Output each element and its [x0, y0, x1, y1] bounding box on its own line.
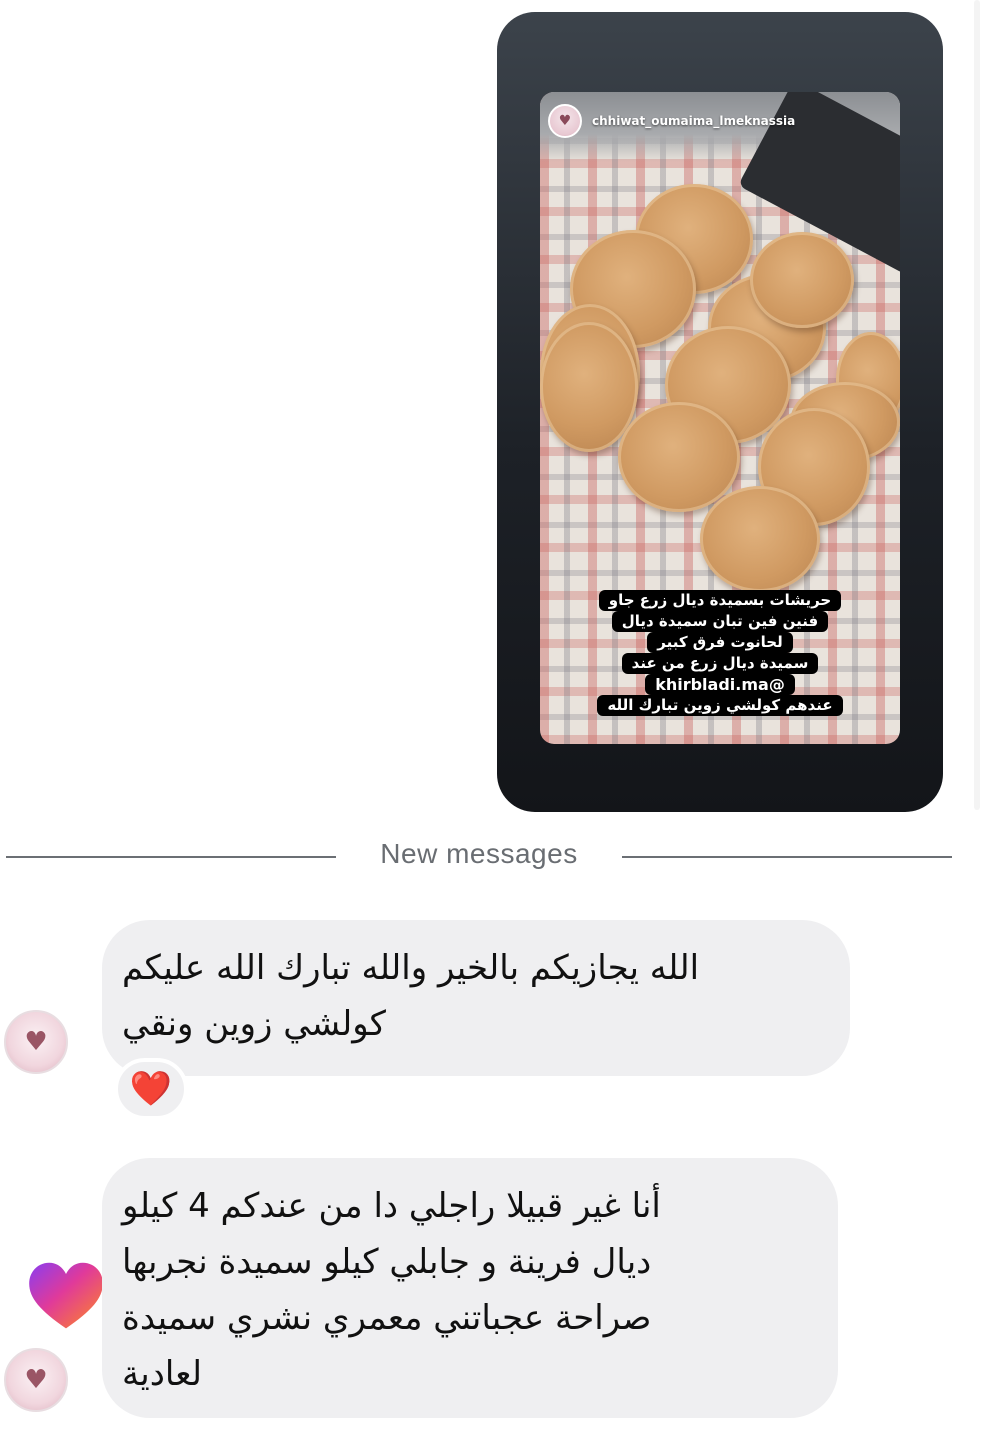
- story-avatar: ♥: [548, 104, 582, 138]
- message-text: ديال فرينة و جابلي كيلو سميدة نجربها: [122, 1242, 652, 1282]
- cookie: [700, 486, 820, 592]
- caption-line: عندهم كولشي زوين تبارك الله: [597, 695, 843, 716]
- message-text: لعادية: [122, 1354, 202, 1394]
- story-username: chhiwat_oumaima_lmeknassia: [592, 114, 796, 128]
- caption-line: لحانوت فرق كبير: [647, 632, 793, 653]
- heart-reaction-icon[interactable]: ❤️: [114, 1058, 188, 1120]
- message-text: صراحة عجباتني معمري نشري سميدة: [122, 1298, 652, 1338]
- caption-line: فنين فين تبان سميدة ديال: [611, 611, 829, 632]
- scrollbar[interactable]: [974, 0, 980, 810]
- story-header: ♥ chhiwat_oumaima_lmeknassia: [548, 104, 795, 138]
- message-text: كولشي زوين ونقي: [122, 1004, 386, 1044]
- message-bubble[interactable]: الله يجازيكم بالخير والله تبارك الله علي…: [102, 920, 850, 1076]
- divider-line-left: [6, 856, 336, 858]
- avatar[interactable]: ♥: [4, 1348, 68, 1412]
- divider-line-right: [622, 856, 952, 858]
- message-bubble[interactable]: أنا غير قبيلا راجلي دا من عندكم 4 كيلو د…: [102, 1158, 838, 1418]
- heart-sticker-icon: [29, 1262, 103, 1329]
- caption-line: حريشات بسميدة ديال زرع جاو: [598, 590, 842, 611]
- cookie: [618, 402, 740, 512]
- story-caption: حريشات بسميدة ديال زرع جاو فنين فين تبان…: [540, 590, 900, 716]
- new-messages-label: New messages: [380, 838, 578, 869]
- message-text: الله يجازيكم بالخير والله تبارك الله علي…: [122, 948, 700, 988]
- caption-line: سميدة ديال زرع من عند: [621, 653, 819, 674]
- message-text: أنا غير قبيلا راجلي دا من عندكم 4 كيلو: [122, 1186, 661, 1226]
- chat-screen: ♥ chhiwat_oumaima_lmeknassia حريشات بسمي…: [0, 0, 1000, 1441]
- story-image: ♥ chhiwat_oumaima_lmeknassia حريشات بسمي…: [540, 92, 900, 744]
- shared-story-card[interactable]: ♥ chhiwat_oumaima_lmeknassia حريشات بسمي…: [497, 12, 943, 812]
- caption-mention[interactable]: khirbladi.ma@: [645, 674, 795, 695]
- avatar[interactable]: ♥: [4, 1010, 68, 1074]
- cookie: [750, 232, 854, 328]
